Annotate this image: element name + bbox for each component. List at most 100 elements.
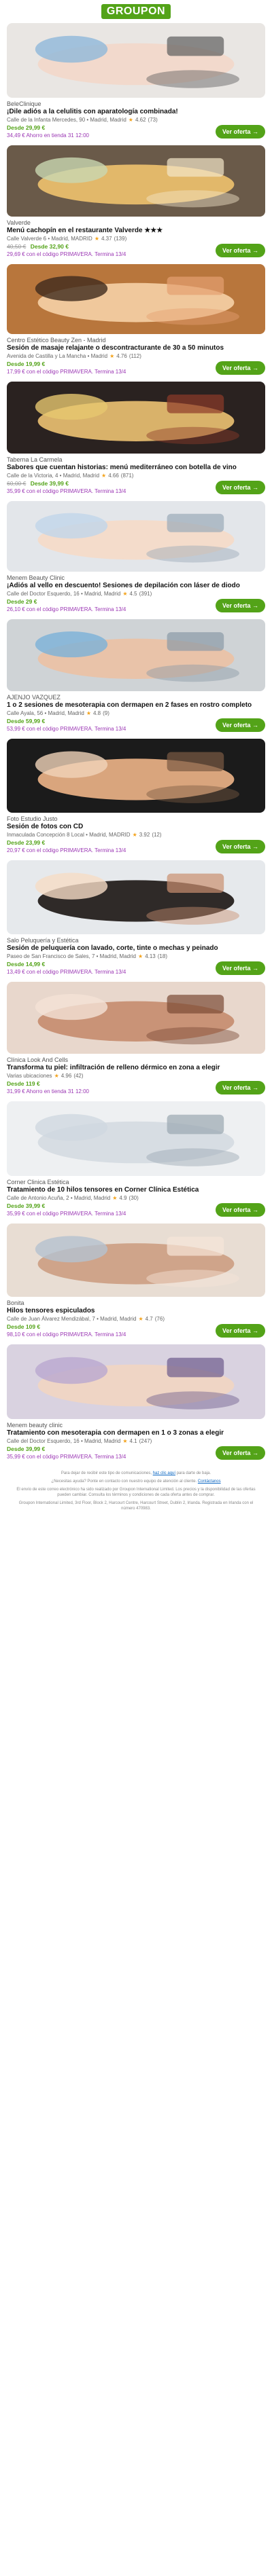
merchant-name: Menem Beauty Clinic bbox=[7, 574, 65, 581]
help-text: ¿Necesitas ayuda? Ponte en contacto con … bbox=[12, 1479, 260, 1484]
deal-card[interactable]: AJENJO VAZQUEZ 1 o 2 sesiones de mesoter… bbox=[0, 619, 272, 739]
deal-reviews: (247) bbox=[139, 1438, 152, 1444]
deal-card[interactable]: Salo Peluquería y Estética Sesión de pel… bbox=[0, 860, 272, 982]
deal-rating: 4.66 bbox=[108, 473, 119, 479]
from-price: Desde 109 € bbox=[7, 1323, 41, 1330]
deal-card[interactable]: Foto Estudio Justo Sesión de fotos con C… bbox=[0, 739, 272, 860]
deal-image[interactable] bbox=[7, 264, 265, 334]
star-icon: ★ bbox=[138, 1316, 143, 1322]
deal-location: Varias ubicaciones bbox=[7, 1073, 52, 1079]
deal-reviews: (112) bbox=[129, 353, 141, 359]
deal-reviews: (76) bbox=[154, 1316, 165, 1322]
star-icon: ★ bbox=[101, 473, 107, 479]
deal-card[interactable]: Clínica Look And Cells Transforma tu pie… bbox=[0, 982, 272, 1101]
deal-title[interactable]: Sabores que cuentan historias: menú medi… bbox=[7, 464, 265, 472]
from-price: Desde 23,99 € bbox=[7, 839, 46, 846]
footer-line2: ¿Necesitas ayuda? Ponte en contacto con … bbox=[51, 1479, 198, 1484]
deal-title[interactable]: 1 o 2 sesiones de mesoterapia con dermap… bbox=[7, 701, 265, 710]
deal-image[interactable] bbox=[7, 23, 265, 98]
deal-title[interactable]: ¡Dile adiós a la celulitis con aparatolo… bbox=[7, 108, 265, 116]
deal-image[interactable] bbox=[7, 1344, 265, 1419]
from-price: Desde 29,99 € bbox=[7, 124, 46, 131]
deal-image[interactable] bbox=[7, 1223, 265, 1297]
deal-title[interactable]: Sesión de peluquería con lavado, corte, … bbox=[7, 944, 265, 953]
deal-card[interactable]: Bonita Hilos tensores espiculados Calle … bbox=[0, 1223, 272, 1344]
deal-card[interactable]: Centro Estético Beauty Zen - Madrid Sesi… bbox=[0, 264, 272, 382]
address-text: Groupon International Limited, 3rd Floor… bbox=[18, 1501, 254, 1511]
deal-title[interactable]: Tratamiento con mesoterapia con dermapen… bbox=[7, 1429, 265, 1437]
view-offer-button[interactable]: Ver oferta → bbox=[215, 1081, 265, 1094]
view-offer-button[interactable]: Ver oferta → bbox=[215, 481, 265, 494]
deal-title[interactable]: Menú cachopín en el restaurante Valverde… bbox=[7, 227, 265, 235]
deal-location: Calle de la Infanta Mercedes, 90 • Madri… bbox=[7, 117, 126, 123]
arrow-right-icon: → bbox=[252, 484, 258, 491]
view-offer-button[interactable]: Ver oferta → bbox=[215, 718, 265, 732]
deal-image[interactable] bbox=[7, 1101, 265, 1176]
merchant-name: Taberna La Carmela bbox=[7, 456, 63, 463]
legal-text: El envío de este correo electrónico ha s… bbox=[16, 1488, 256, 1497]
view-offer-button[interactable]: Ver oferta → bbox=[215, 1446, 265, 1460]
arrow-right-icon: → bbox=[252, 602, 258, 609]
deal-title[interactable]: Transforma tu piel: infiltración de rell… bbox=[7, 1064, 265, 1072]
view-offer-button[interactable]: Ver oferta → bbox=[215, 1324, 265, 1338]
merchant-name: Valverde bbox=[7, 219, 31, 226]
deal-rating: 4.62 bbox=[135, 117, 146, 123]
unsubscribe-link[interactable]: haz clic aquí bbox=[153, 1471, 175, 1475]
deal-location-row: Calle del Doctor Esquerdo, 16 • Madrid, … bbox=[7, 591, 265, 597]
cta-label: Ver oferta bbox=[222, 365, 251, 371]
merchant-name: Clínica Look And Cells bbox=[7, 1056, 69, 1063]
star-icon: ★ bbox=[94, 236, 99, 242]
promo-price: 53,99 € con el código PRIMAVERA. Termina… bbox=[7, 726, 126, 732]
view-offer-button[interactable]: Ver oferta → bbox=[215, 244, 265, 257]
promo-price: 13,49 € con el código PRIMAVERA. Termina… bbox=[7, 969, 126, 975]
deal-image[interactable] bbox=[7, 145, 265, 217]
deal-location: Calle Ayala, 56 • Madrid, Madrid bbox=[7, 710, 84, 716]
deal-location: Calle del Doctor Esquerdo, 16 • Madrid, … bbox=[7, 591, 121, 597]
view-offer-button[interactable]: Ver oferta → bbox=[215, 961, 265, 975]
deal-location: Inmaculada Concepción 8 Local • Madrid, … bbox=[7, 832, 131, 838]
deal-title[interactable]: ¡Adiós al vello en descuento! Sesiones d… bbox=[7, 582, 265, 590]
old-price: 60,00 € bbox=[7, 480, 27, 487]
deal-image[interactable] bbox=[7, 619, 265, 691]
arrow-right-icon: → bbox=[252, 843, 258, 850]
view-offer-button[interactable]: Ver oferta → bbox=[215, 361, 265, 375]
view-offer-button[interactable]: Ver oferta → bbox=[215, 125, 265, 139]
promo-price: 31,99 € Ahorro en tienda 31 12:00 bbox=[7, 1088, 89, 1094]
deal-image[interactable] bbox=[7, 501, 265, 572]
deal-image[interactable] bbox=[7, 739, 265, 813]
merchant-name: Foto Estudio Justo bbox=[7, 815, 58, 822]
view-offer-button[interactable]: Ver oferta → bbox=[215, 840, 265, 853]
from-price: Desde 119 € bbox=[7, 1080, 40, 1087]
deal-card[interactable]: Menem Beauty Clinic ¡Adiós al vello en d… bbox=[0, 501, 272, 619]
deal-image[interactable] bbox=[7, 382, 265, 454]
deal-card[interactable]: BeleClinique ¡Dile adiós a la celulitis … bbox=[0, 23, 272, 145]
groupon-logo[interactable]: GROUPON bbox=[101, 4, 171, 19]
deal-reviews: (30) bbox=[129, 1195, 139, 1201]
deal-card[interactable]: Valverde Menú cachopín en el restaurante… bbox=[0, 145, 272, 264]
deal-rating: 3.92 bbox=[139, 832, 150, 838]
arrow-right-icon: → bbox=[252, 722, 258, 729]
promo-price: 34,49 € Ahorro en tienda 31 12:00 bbox=[7, 132, 89, 139]
deal-title[interactable]: Sesión de masaje relajante o descontract… bbox=[7, 344, 265, 352]
arrow-right-icon: → bbox=[252, 247, 258, 254]
deal-card[interactable]: Corner Clinica Estética Tratamiento de 1… bbox=[0, 1101, 272, 1223]
deal-image[interactable] bbox=[7, 982, 265, 1054]
deal-image[interactable] bbox=[7, 860, 265, 934]
deal-title[interactable]: Tratamiento de 10 hilos tensores en Corn… bbox=[7, 1186, 265, 1194]
cta-label: Ver oferta bbox=[222, 602, 251, 609]
from-price: Desde 32,90 € bbox=[30, 243, 69, 250]
contact-link[interactable]: Contáctanos bbox=[198, 1479, 221, 1484]
pricing-row: Desde 59,99 € 53,99 € con el código PRIM… bbox=[7, 718, 265, 732]
promo-price: 35,99 € con el código PRIMAVERA. Termina… bbox=[7, 1454, 126, 1460]
deal-rating: 4.7 bbox=[145, 1316, 153, 1322]
deal-list: BeleClinique ¡Dile adiós a la celulitis … bbox=[0, 23, 272, 1467]
deal-card[interactable]: Menem beauty clinic Tratamiento con meso… bbox=[0, 1344, 272, 1467]
promo-price: 26,10 € con el código PRIMAVERA. Termina… bbox=[7, 606, 126, 612]
deal-location: Paseo de San Francisco de Sales, 7 • Mad… bbox=[7, 953, 137, 959]
deal-location-row: Varias ubicaciones ★ 4.96 (42) bbox=[7, 1073, 265, 1079]
deal-title[interactable]: Hilos tensores espiculados bbox=[7, 1307, 265, 1315]
deal-card[interactable]: Taberna La Carmela Sabores que cuentan h… bbox=[0, 382, 272, 501]
view-offer-button[interactable]: Ver oferta → bbox=[215, 1203, 265, 1217]
deal-title[interactable]: Sesión de fotos con CD bbox=[7, 823, 265, 831]
view-offer-button[interactable]: Ver oferta → bbox=[215, 599, 265, 612]
